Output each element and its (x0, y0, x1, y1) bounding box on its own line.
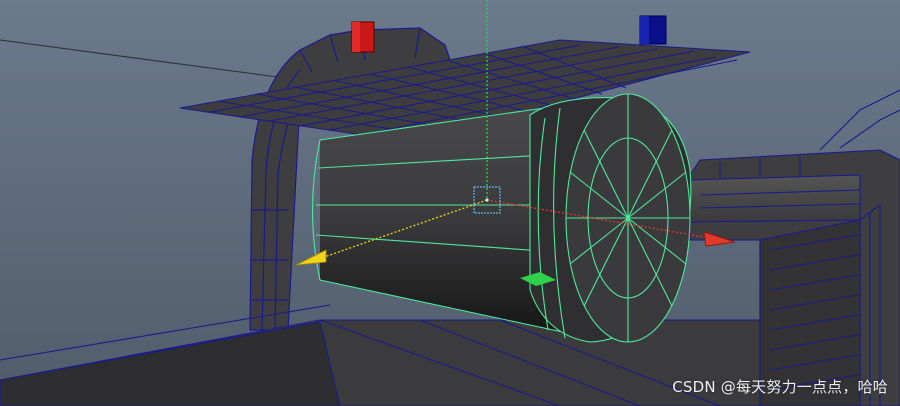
csdn-watermark: CSDN @每天努力一点点，哈哈 (672, 378, 888, 396)
red-locator-icon[interactable] (351, 21, 375, 53)
pivot-center (485, 198, 489, 202)
3d-viewport[interactable]: CSDN @每天努力一点点，哈哈 (0, 0, 900, 406)
blue-locator-icon[interactable] (639, 15, 667, 45)
scene-canvas[interactable] (0, 0, 900, 406)
